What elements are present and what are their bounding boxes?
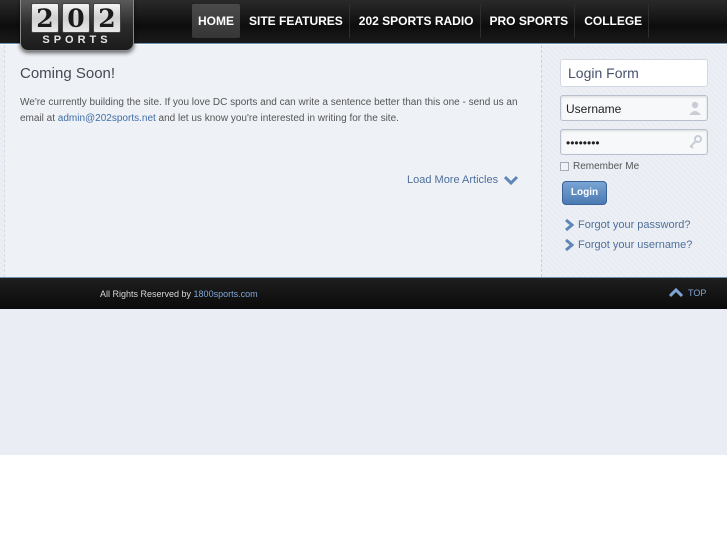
username-field[interactable]: Username [560, 95, 708, 121]
copyright-label: All Rights Reserved by [100, 289, 194, 299]
chevron-down-icon [504, 175, 519, 185]
forgot-username-link[interactable]: Forgot your username? [564, 239, 692, 251]
logo-digit: 2 [93, 3, 121, 33]
remember-me-label: Remember Me [573, 161, 640, 172]
user-icon [689, 101, 701, 115]
forgot-password-link[interactable]: Forgot your password? [564, 219, 691, 231]
main-area: Coming Soon! We're currently building th… [0, 45, 727, 277]
forgot-password-label: Forgot your password? [578, 219, 691, 231]
load-more-label: Load More Articles [407, 174, 499, 186]
login-button[interactable]: Login [562, 181, 607, 205]
load-more-button[interactable]: Load More Articles [407, 174, 519, 186]
login-title-box: Login Form [560, 59, 708, 87]
logo-word: SPORTS [42, 34, 112, 46]
chevron-right-icon [565, 239, 574, 251]
username-value: Username [566, 102, 622, 116]
footer-bar: All Rights Reserved by 1800sports.com TO… [0, 277, 727, 309]
login-title: Login Form [568, 65, 639, 81]
nav-item-pro-sports[interactable]: PRO SPORTS [484, 4, 576, 38]
nav-item-site-features[interactable]: SITE FEATURES [243, 4, 350, 38]
content-column: Coming Soon! We're currently building th… [4, 45, 542, 277]
nav-item-sports-radio[interactable]: 202 SPORTS RADIO [353, 4, 481, 38]
password-field[interactable]: •••••••• [560, 129, 708, 155]
chevron-right-icon [565, 219, 574, 231]
logo-digits: 2 0 2 [31, 3, 121, 33]
article-body: We're currently building the site. If yo… [20, 95, 525, 127]
main-nav: HOME SITE FEATURES 202 SPORTS RADIO PRO … [192, 4, 652, 38]
article-text: and let us know you're interested in wri… [155, 113, 399, 124]
footer-site-link[interactable]: 1800sports.com [194, 289, 258, 299]
back-to-top-link[interactable]: TOP [669, 288, 706, 298]
lower-background [0, 309, 727, 455]
article-title: Coming Soon! [20, 65, 116, 82]
remember-me-checkbox[interactable] [560, 162, 569, 171]
logo-digit: 0 [62, 3, 90, 33]
copyright-text: All Rights Reserved by 1800sports.com [100, 289, 258, 299]
forgot-username-label: Forgot your username? [578, 239, 693, 251]
header-bar: 2 0 2 SPORTS HOME SITE FEATURES 202 SPOR… [0, 0, 727, 51]
nav-item-college[interactable]: COLLEGE [578, 4, 650, 38]
key-icon [689, 135, 702, 149]
password-value: •••••••• [566, 136, 600, 150]
site-logo[interactable]: 2 0 2 SPORTS [20, 0, 134, 51]
login-sidebar: Login Form Username •••••••• Remember Me [550, 45, 727, 277]
remember-me-row: Remember Me [560, 161, 639, 172]
nav-item-home[interactable]: HOME [192, 4, 240, 38]
chevron-up-icon [669, 288, 683, 298]
top-label: TOP [688, 288, 707, 298]
page: 2 0 2 SPORTS HOME SITE FEATURES 202 SPOR… [0, 0, 727, 545]
logo-digit: 2 [31, 3, 59, 33]
email-link[interactable]: admin@202sports.net [58, 113, 156, 124]
